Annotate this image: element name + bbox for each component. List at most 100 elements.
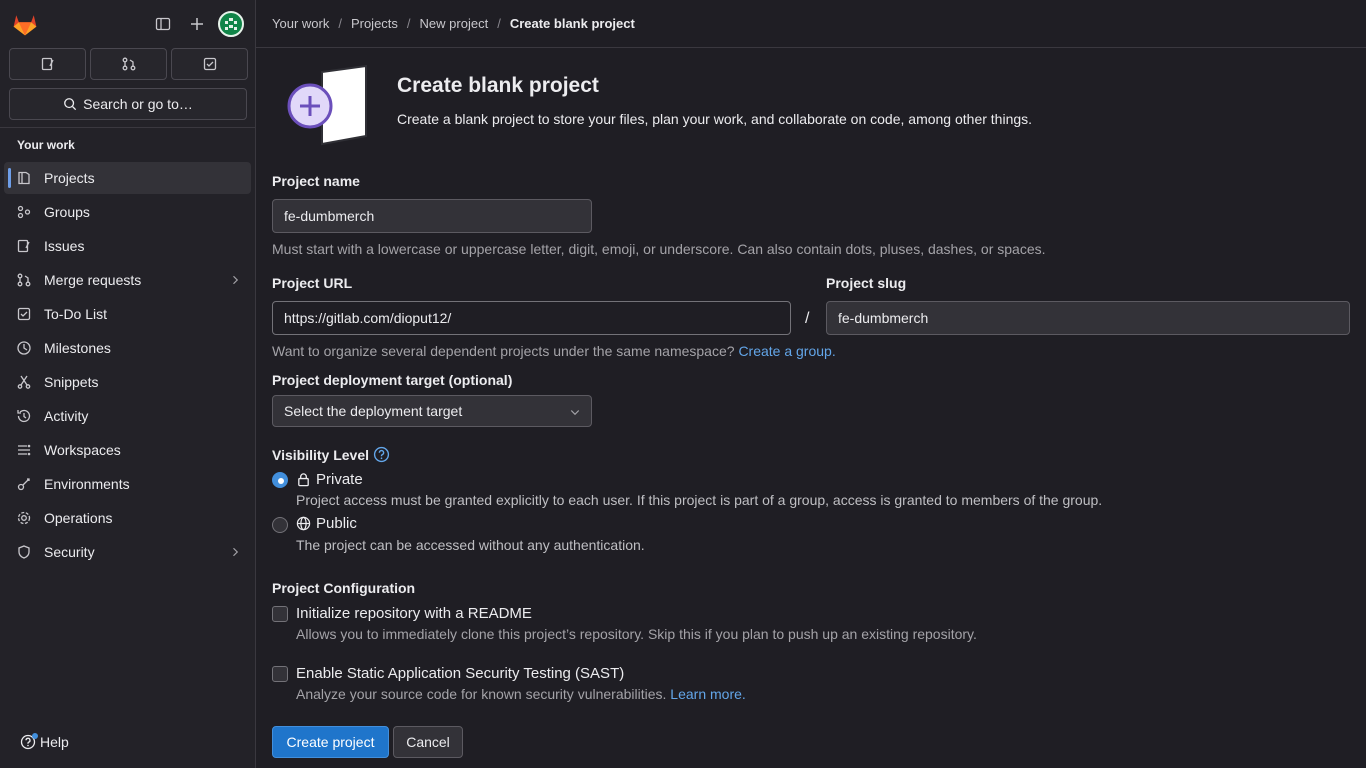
globe-icon xyxy=(296,516,311,531)
namespace-help-text: Want to organize several dependent proje… xyxy=(272,343,735,359)
sidebar-item-label: Workspaces xyxy=(44,442,121,458)
milestone-icon xyxy=(16,340,32,356)
help-label: Help xyxy=(40,734,69,750)
blank-project-illustration xyxy=(287,64,367,146)
lock-icon xyxy=(298,473,309,487)
sast-label[interactable]: Enable Static Application Security Testi… xyxy=(296,665,624,682)
learn-more-link[interactable]: Learn more. xyxy=(670,686,745,702)
project-url-input[interactable]: https://gitlab.com/dioput12/ xyxy=(272,301,791,335)
visibility-public-option[interactable]: Public xyxy=(296,515,357,532)
breadcrumb-projects[interactable]: Projects xyxy=(351,16,398,31)
sidebar-item-label: Environments xyxy=(44,476,130,492)
readme-label[interactable]: Initialize repository with a README xyxy=(296,605,532,622)
sast-desc: Analyze your source code for known secur… xyxy=(296,686,667,702)
visibility-private-option[interactable]: Private xyxy=(296,471,363,488)
readme-checkbox[interactable] xyxy=(272,606,288,622)
project-name-label: Project name xyxy=(272,173,360,189)
sidebar-divider xyxy=(0,127,255,128)
sidebar-toggle-icon[interactable] xyxy=(151,12,175,36)
create-project-button[interactable]: Create project xyxy=(272,726,389,758)
merge-request-icon xyxy=(16,272,32,288)
sidebar-header xyxy=(0,0,255,48)
breadcrumb: Your work / Projects / New project / Cre… xyxy=(256,0,1366,48)
sidebar-item-label: Projects xyxy=(44,170,95,186)
sidebar-item-milestones[interactable]: Milestones xyxy=(4,332,251,364)
namespace-help: Want to organize several dependent proje… xyxy=(272,343,836,359)
issues-icon xyxy=(16,238,32,254)
issues-icon xyxy=(41,57,54,71)
sidebar-item-label: Merge requests xyxy=(44,272,142,288)
merge-requests-button[interactable] xyxy=(90,48,167,80)
visibility-private-label: Private xyxy=(316,471,363,488)
help-button[interactable]: Help xyxy=(20,733,69,750)
project-slug-input[interactable]: fe-dumbmerch xyxy=(826,301,1350,335)
project-name-input[interactable]: fe-dumbmerch xyxy=(272,199,592,233)
breadcrumb-separator: / xyxy=(338,16,342,31)
sidebar-item-label: Groups xyxy=(44,204,90,220)
visibility-level-text: Visibility Level xyxy=(272,446,370,463)
sidebar-item-label: Operations xyxy=(44,510,113,526)
todo-icon xyxy=(203,57,216,71)
project-icon xyxy=(16,170,32,186)
main-content: Create blank project Create a blank proj… xyxy=(272,48,1352,768)
page-description: Create a blank project to store your fil… xyxy=(397,111,1033,127)
search-icon xyxy=(64,98,77,111)
visibility-private-radio[interactable] xyxy=(272,472,288,488)
sidebar-item-label: To-Do List xyxy=(44,306,108,322)
sidebar-item-workspaces[interactable]: Workspaces xyxy=(4,434,251,466)
avatar[interactable] xyxy=(218,11,244,37)
sidebar-section-title: Your work xyxy=(17,138,75,152)
readme-desc: Allows you to immediately clone this pro… xyxy=(296,626,977,642)
sidebar: Search or go to… Your work Projects Grou… xyxy=(0,0,256,768)
breadcrumb-separator: / xyxy=(497,16,501,31)
sidebar-quick-actions xyxy=(9,48,248,80)
merge-request-icon xyxy=(122,57,135,71)
visibility-public-desc: The project can be accessed without any … xyxy=(296,537,645,553)
create-group-link[interactable]: Create a group. xyxy=(738,343,835,359)
breadcrumb-new-project[interactable]: New project xyxy=(420,16,489,31)
sidebar-item-label: Security xyxy=(44,544,95,560)
history-icon xyxy=(16,408,32,424)
search-button[interactable]: Search or go to… xyxy=(9,88,247,120)
visibility-public-label: Public xyxy=(316,515,357,532)
sidebar-item-groups[interactable]: Groups xyxy=(4,196,251,228)
project-url-label: Project URL xyxy=(272,275,353,291)
sidebar-item-projects[interactable]: Projects xyxy=(4,162,251,194)
sidebar-item-merge-requests[interactable]: Merge requests xyxy=(4,264,251,296)
sast-desc-row: Analyze your source code for known secur… xyxy=(296,686,746,702)
sidebar-item-todo[interactable]: To-Do List xyxy=(4,298,251,330)
cancel-button[interactable]: Cancel xyxy=(393,726,463,758)
snippet-icon xyxy=(16,374,32,390)
sidebar-item-label: Milestones xyxy=(44,340,111,356)
sidebar-item-security[interactable]: Security xyxy=(4,536,251,568)
shield-icon xyxy=(16,544,32,560)
visibility-private-desc: Project access must be granted explicitl… xyxy=(296,492,1103,508)
chevron-down-icon xyxy=(569,405,581,421)
sast-checkbox[interactable] xyxy=(272,666,288,682)
project-slug-label: Project slug xyxy=(826,275,907,291)
sidebar-item-activity[interactable]: Activity xyxy=(4,400,251,432)
workspace-icon xyxy=(16,442,32,458)
search-label: Search or go to… xyxy=(83,96,193,112)
sidebar-item-label: Activity xyxy=(44,408,89,424)
chevron-right-icon xyxy=(229,545,241,561)
sidebar-item-snippets[interactable]: Snippets xyxy=(4,366,251,398)
breadcrumb-your-work[interactable]: Your work xyxy=(272,16,329,31)
deployment-target-select[interactable]: Select the deployment target xyxy=(272,395,592,427)
project-name-help: Must start with a lowercase or uppercase… xyxy=(272,241,1046,257)
page-title: Create blank project xyxy=(397,74,599,97)
environment-icon xyxy=(16,476,32,492)
visibility-public-radio[interactable] xyxy=(272,517,288,533)
sidebar-item-operations[interactable]: Operations xyxy=(4,502,251,534)
breadcrumb-current[interactable]: Create blank project xyxy=(510,16,635,31)
notification-dot xyxy=(32,733,38,739)
sidebar-item-issues[interactable]: Issues xyxy=(4,230,251,262)
assigned-issues-button[interactable] xyxy=(9,48,86,80)
sidebar-item-environments[interactable]: Environments xyxy=(4,468,251,500)
question-icon[interactable] xyxy=(373,446,390,463)
gitlab-logo-icon[interactable] xyxy=(11,10,39,38)
todo-button[interactable] xyxy=(171,48,248,80)
deployment-target-label: Project deployment target (optional) xyxy=(272,372,513,388)
plus-icon[interactable] xyxy=(185,12,209,36)
chevron-right-icon xyxy=(229,273,241,289)
